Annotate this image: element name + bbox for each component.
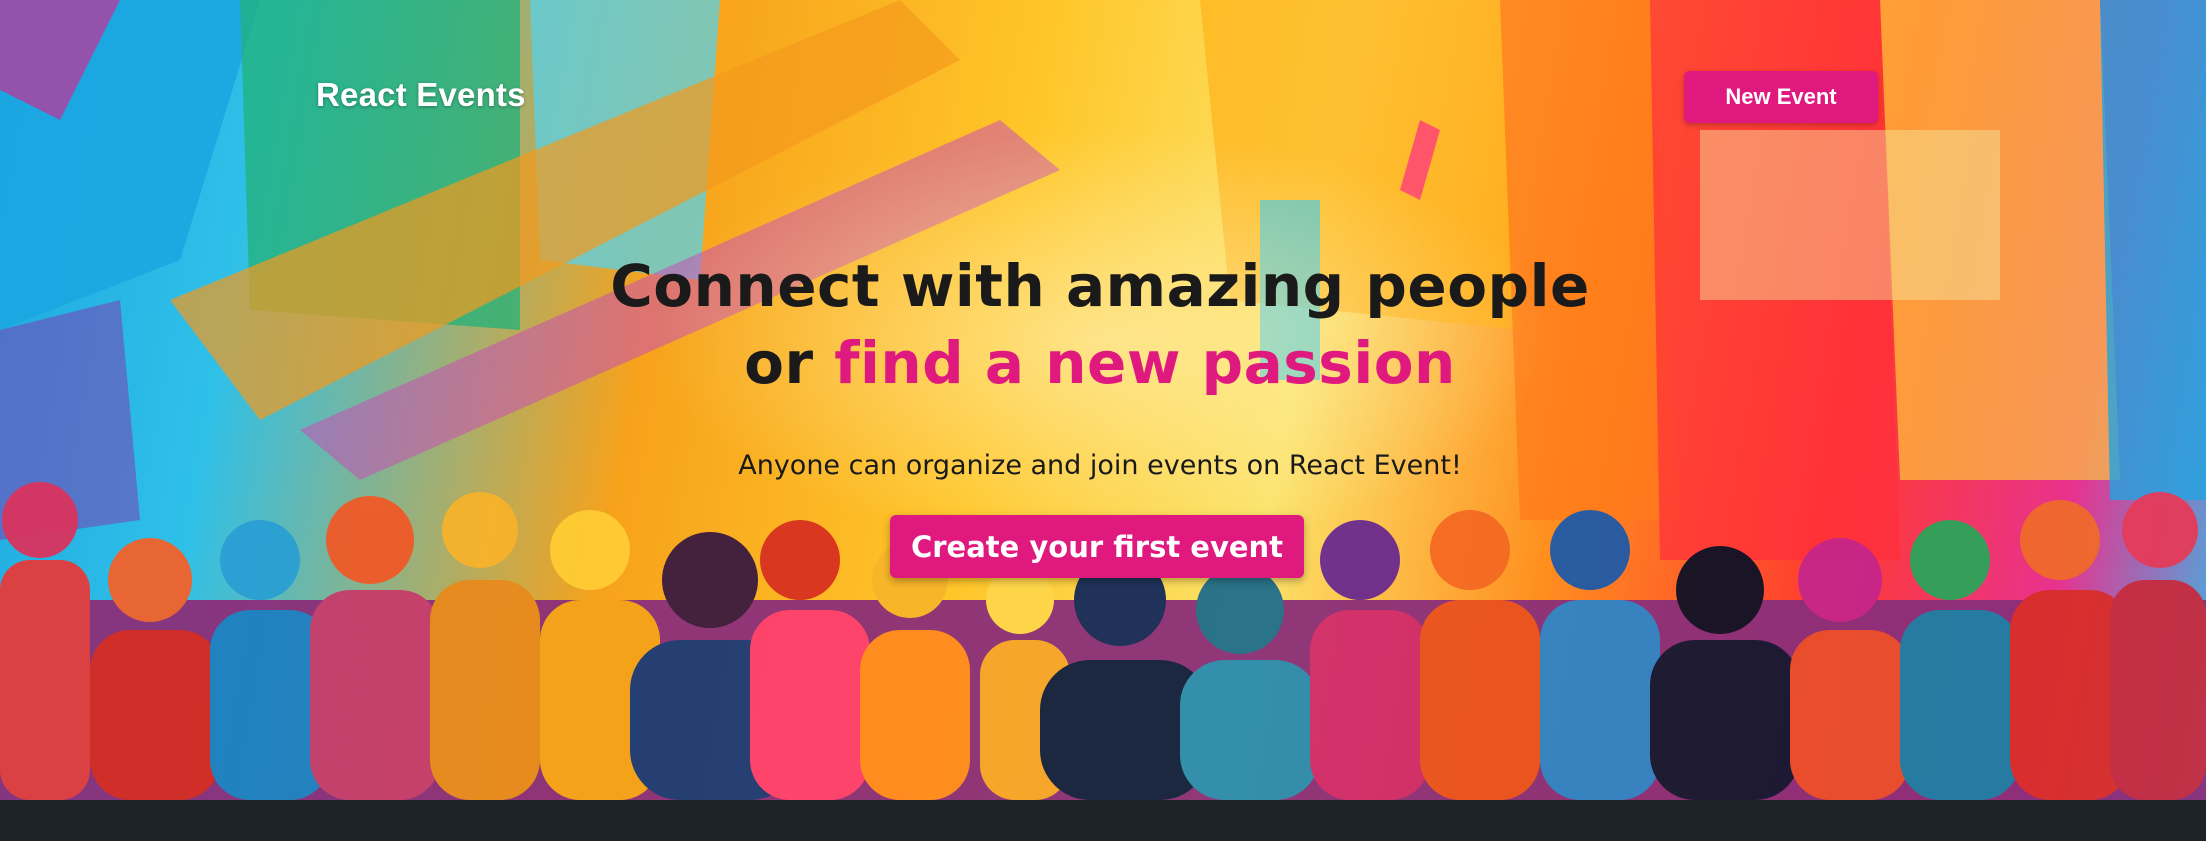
hero-headline: Connect with amazing people or find a ne… (400, 248, 1800, 402)
headline-line-2: or find a new passion (400, 325, 1800, 402)
brand-logo-text[interactable]: React Events (316, 76, 526, 114)
headline-line-1: Connect with amazing people (610, 252, 1590, 320)
footer-bar (0, 800, 2206, 841)
new-event-button[interactable]: New Event (1684, 71, 1878, 123)
create-first-event-button[interactable]: Create your first event (890, 515, 1304, 578)
hero-section: React Events New Event Connect with amaz… (0, 0, 2206, 800)
headline-accent-text: find a new passion (834, 329, 1456, 397)
headline-line-2-prefix: or (744, 329, 835, 397)
hero-subheading: Anyone can organize and join events on R… (738, 450, 1462, 481)
